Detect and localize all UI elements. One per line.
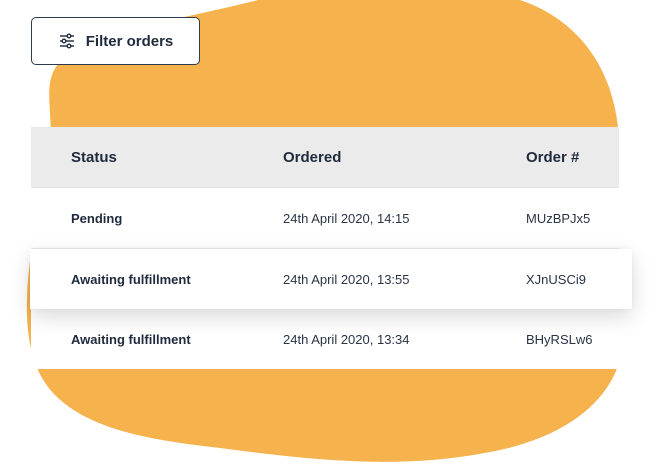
- row-status: Awaiting fulfillment: [71, 271, 191, 287]
- row-order-number: XJnUSCi9: [526, 271, 586, 287]
- row-ordered: 24th April 2020, 14:15: [283, 210, 410, 226]
- filter-orders-button[interactable]: Filter orders: [31, 17, 200, 65]
- orders-table: Status Ordered Order # Pending 24th Apri…: [30, 127, 632, 369]
- row-status: Awaiting fulfillment: [71, 331, 191, 347]
- table-row-highlighted[interactable]: Awaiting fulfillment 24th April 2020, 13…: [30, 249, 632, 309]
- header-ordered[interactable]: Ordered: [283, 149, 341, 166]
- row-ordered: 24th April 2020, 13:55: [283, 271, 410, 287]
- table-row[interactable]: Awaiting fulfillment 24th April 2020, 13…: [31, 309, 619, 369]
- table-header: Status Ordered Order #: [31, 127, 619, 188]
- row-ordered: 24th April 2020, 13:34: [283, 331, 410, 347]
- header-status[interactable]: Status: [71, 149, 117, 166]
- filter-orders-label: Filter orders: [85, 32, 174, 50]
- page: Filter orders Status Ordered Order # Pen…: [0, 0, 650, 466]
- sliders-icon: [58, 32, 76, 50]
- row-order-number: MUzBPJx5: [526, 210, 591, 226]
- header-order-number[interactable]: Order #: [526, 149, 579, 166]
- table-row[interactable]: Pending 24th April 2020, 14:15 MUzBPJx5: [31, 188, 619, 249]
- row-status: Pending: [71, 210, 123, 226]
- row-order-number: BHyRSLw6: [526, 331, 593, 347]
